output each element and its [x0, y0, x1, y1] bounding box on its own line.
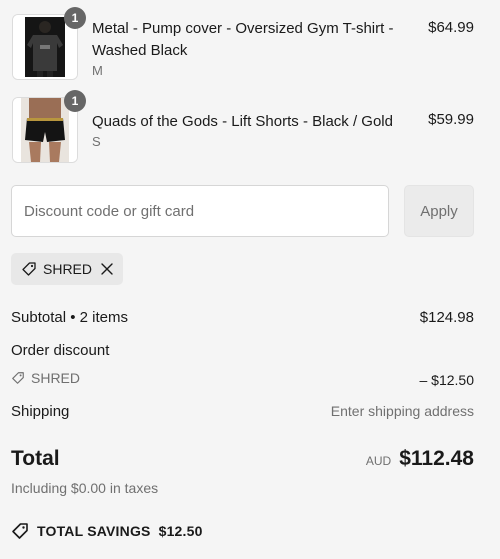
- total-label: Total: [11, 447, 60, 470]
- discount-code-label: SHRED: [31, 370, 81, 386]
- line-item: 1 Quads of the Gods - Lift Shorts - Blac…: [12, 90, 474, 163]
- applied-discount-chip: SHRED: [11, 253, 123, 285]
- subtotal-label: Subtotal • 2 items: [11, 309, 128, 326]
- remove-discount-button[interactable]: [101, 263, 113, 275]
- subtotal-value: $124.98: [419, 309, 474, 326]
- order-discount-label: Order discount: [11, 342, 110, 359]
- shipping-label: Shipping: [11, 403, 70, 420]
- tag-icon: [11, 522, 29, 540]
- item-title: Quads of the Gods - Lift Shorts - Black …: [92, 113, 393, 130]
- applied-code-label: SHRED: [43, 261, 93, 277]
- line-item: 1 Metal - Pump cover - Oversized Gym T-s…: [12, 7, 474, 80]
- total-row: Total AUD $112.48: [11, 447, 474, 471]
- total-amount-wrap: AUD $112.48: [366, 447, 474, 471]
- total-amount: $112.48: [399, 447, 474, 470]
- tag-icon: [21, 261, 37, 277]
- item-title: Metal - Pump cover - Oversized Gym T-shi…: [92, 20, 394, 59]
- apply-discount-button[interactable]: Apply: [404, 185, 474, 237]
- subtotal-row: Subtotal • 2 items $124.98: [11, 309, 474, 326]
- quantity-badge: 1: [64, 7, 86, 29]
- discount-amount: – $12.50: [419, 372, 475, 388]
- order-discount-row: Order discount: [11, 342, 474, 359]
- total-savings: TOTAL SAVINGS $12.50: [11, 522, 203, 540]
- discount-code-row: SHRED – $12.50: [11, 370, 474, 388]
- tag-icon: [12, 372, 24, 384]
- item-info: Quads of the Gods - Lift Shorts - Black …: [92, 97, 402, 163]
- close-icon: [101, 263, 113, 275]
- quantity-badge: 1: [64, 90, 86, 112]
- product-thumbnail-wrap: 1: [12, 90, 86, 163]
- item-info: Metal - Pump cover - Oversized Gym T-shi…: [92, 14, 402, 80]
- product-thumbnail-wrap: 1: [12, 7, 86, 80]
- discount-code-input[interactable]: [11, 185, 389, 237]
- savings-amount: $12.50: [158, 523, 203, 539]
- taxes-note: Including $0.00 in taxes: [11, 480, 159, 496]
- savings-label: TOTAL SAVINGS: [37, 523, 151, 539]
- shipping-row: Shipping Enter shipping address: [11, 403, 474, 420]
- item-variant: M: [92, 63, 103, 78]
- currency-code: AUD: [365, 454, 392, 468]
- item-price: $64.99: [428, 19, 474, 36]
- shipping-value: Enter shipping address: [330, 403, 474, 419]
- discount-code-wrap: SHRED: [11, 370, 80, 386]
- item-price: $59.99: [428, 111, 474, 128]
- item-variant: S: [92, 134, 101, 149]
